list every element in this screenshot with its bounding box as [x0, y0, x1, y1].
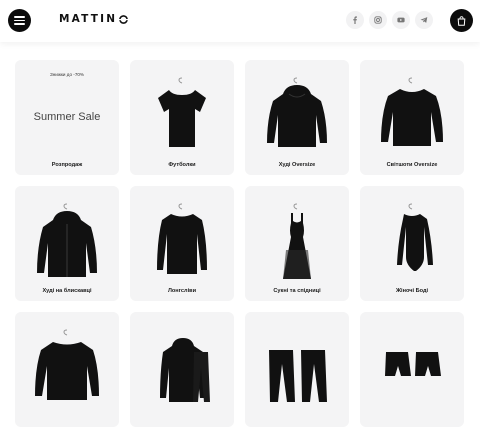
cart-button[interactable]	[450, 9, 473, 32]
shorts-image	[360, 326, 464, 406]
sale-discount-note: Знижки до -70%	[49, 72, 85, 77]
sweater-image	[15, 326, 119, 406]
telegram-icon[interactable]	[415, 11, 433, 29]
hoodie-image	[245, 74, 349, 154]
category-card-zip-hoodies[interactable]: Худі на блискавці	[15, 186, 119, 301]
longsleeve-image	[130, 200, 234, 280]
category-label: Лонгсліви	[167, 288, 197, 294]
sweatshirt-image	[360, 74, 464, 154]
category-label: Сукні та спідниці	[273, 288, 321, 294]
menu-line	[14, 19, 25, 22]
logo-mark-icon	[119, 14, 129, 24]
category-card-bodysuits[interactable]: Жіночі Боді	[360, 186, 464, 301]
facebook-icon[interactable]	[346, 11, 364, 29]
category-label: Худі Oversize	[278, 162, 316, 168]
zip-hoodie-image	[15, 200, 119, 280]
category-card-sale[interactable]: Знижки до -70% Summer Sale Розпродаж	[15, 60, 119, 175]
menu-button[interactable]	[8, 9, 31, 32]
category-card-tshirts[interactable]: Футболки	[130, 60, 234, 175]
tracksuit-image	[130, 326, 234, 406]
shopping-bag-icon	[457, 15, 466, 26]
category-card-hoodies-oversize[interactable]: Худі Oversize	[245, 60, 349, 175]
youtube-icon[interactable]	[392, 11, 410, 29]
menu-line	[14, 23, 25, 25]
category-label: Жіночі Боді	[395, 288, 429, 294]
category-grid: Знижки до -70% Summer Sale Розпродаж Фут…	[15, 60, 466, 427]
site-header: MATTIN	[0, 0, 480, 42]
category-card-tracksuits[interactable]	[130, 312, 234, 427]
dress-image	[245, 200, 349, 280]
category-card-dresses[interactable]: Сукні та спідниці	[245, 186, 349, 301]
sale-title: Summer Sale	[33, 111, 101, 123]
category-card-longsleeves[interactable]: Лонгсліви	[130, 186, 234, 301]
social-links	[346, 11, 433, 29]
category-label: Худі на блискавці	[42, 288, 92, 294]
category-card-pants[interactable]	[245, 312, 349, 427]
category-label: Світшоти Oversize	[386, 162, 438, 168]
instagram-icon[interactable]	[369, 11, 387, 29]
brand-logo[interactable]: MATTIN	[59, 13, 129, 25]
category-label: Футболки	[168, 162, 196, 168]
menu-line	[14, 16, 25, 18]
tshirt-image	[130, 74, 234, 154]
pants-image	[245, 326, 349, 406]
category-label: Розпродаж	[51, 162, 83, 168]
category-card-sweatshirts-oversize[interactable]: Світшоти Oversize	[360, 60, 464, 175]
category-card-sweaters[interactable]	[15, 312, 119, 427]
bodysuit-image	[360, 200, 464, 280]
brand-name: MATTIN	[59, 13, 118, 25]
category-card-shorts[interactable]	[360, 312, 464, 427]
